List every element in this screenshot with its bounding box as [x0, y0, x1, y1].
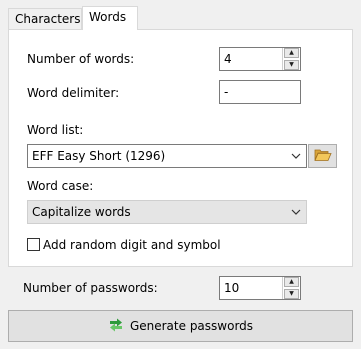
spin-down-icon[interactable]: ▼	[284, 289, 299, 299]
word-delimiter-value: -	[224, 85, 229, 99]
add-random-label[interactable]: Add random digit and symbol	[43, 237, 221, 253]
word-list-selected: EFF Easy Short (1296)	[32, 149, 166, 163]
word-delimiter-input[interactable]: -	[219, 80, 301, 104]
tab-characters-label: Characters	[15, 12, 81, 26]
generate-arrows-icon	[108, 317, 124, 336]
spin-up-icon[interactable]: ▲	[284, 48, 299, 58]
generate-passwords-label: Generate passwords	[129, 319, 254, 333]
spin-up-icon[interactable]: ▲	[284, 277, 299, 287]
number-of-words-value: 4	[224, 52, 232, 66]
number-of-words-spin: ▲ ▼	[282, 48, 300, 70]
word-case-selected: Capitalize words	[32, 205, 131, 219]
browse-word-list-button[interactable]	[308, 144, 337, 168]
add-random-checkbox[interactable]	[27, 238, 40, 251]
generate-passwords-button[interactable]: Generate passwords	[8, 310, 353, 342]
number-of-passwords-label: Number of passwords:	[23, 281, 158, 295]
word-list-label: Word list:	[27, 123, 84, 137]
number-of-words-stepper[interactable]: 4 ▲ ▼	[219, 47, 301, 71]
tab-characters[interactable]: Characters	[8, 8, 82, 29]
number-of-passwords-spin: ▲ ▼	[282, 277, 300, 299]
number-of-words-label: Number of words:	[27, 52, 135, 66]
word-case-select[interactable]: Capitalize words	[27, 200, 307, 224]
words-tab-panel: Number of words: 4 ▲ ▼ Word delimiter: -…	[8, 29, 353, 267]
number-of-passwords-value: 10	[224, 281, 240, 295]
number-of-passwords-stepper[interactable]: 10 ▲ ▼	[219, 276, 301, 300]
word-list-select[interactable]: EFF Easy Short (1296)	[27, 144, 307, 168]
word-case-label: Word case:	[27, 179, 94, 193]
tab-words[interactable]: Words	[82, 6, 138, 30]
spin-down-icon[interactable]: ▼	[284, 60, 299, 70]
chevron-down-icon	[290, 201, 302, 223]
chevron-down-icon	[290, 145, 302, 167]
tab-words-label: Words	[89, 10, 127, 24]
folder-open-icon	[313, 148, 332, 165]
word-delimiter-label: Word delimiter:	[27, 86, 120, 100]
